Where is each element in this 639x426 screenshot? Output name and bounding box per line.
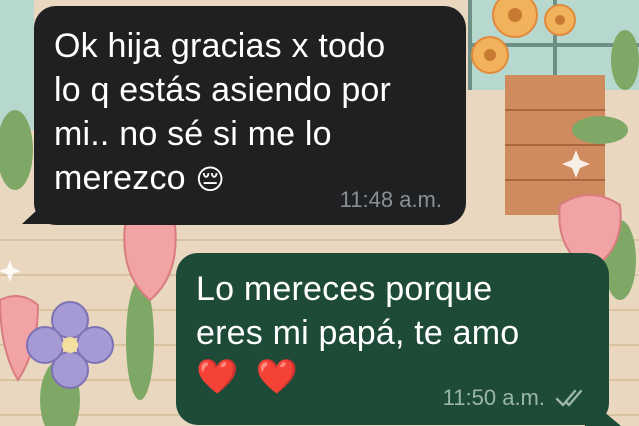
chat-thread: Ok hija gracias x todo lo q estás asiend… [0,0,639,426]
double-check-icon [555,389,583,407]
outgoing-message-meta: 11:50 a.m. [443,385,589,411]
incoming-message-text: Ok hija gracias x todo lo q estás asiend… [54,24,442,202]
incoming-message-meta: 11:48 a.m. [340,187,442,213]
incoming-message-time: 11:48 a.m. [339,187,442,212]
outgoing-message-bubble[interactable]: Lo mereces porque eres mi papá, te amo ❤… [176,253,609,425]
incoming-message-bubble[interactable]: Ok hija gracias x todo lo q estás asiend… [34,6,466,225]
outgoing-message-time: 11:50 a.m. [442,385,545,410]
pensive-face-emoji: 😔 [195,164,225,195]
outgoing-message-text: Lo mereces porque eres mi papá, te amo [196,270,520,352]
